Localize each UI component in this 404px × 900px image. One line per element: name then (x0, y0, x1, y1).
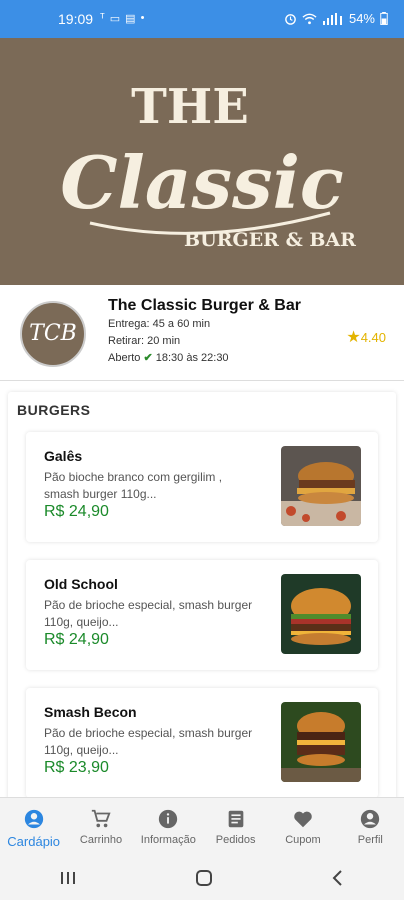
nav-label: Pedidos (215, 834, 256, 846)
home-icon[interactable] (195, 869, 213, 887)
delivery-time: Entrega: 45 a 60 min (108, 318, 211, 330)
check-icon: ✔ (143, 352, 153, 364)
item-price: R$ 23,90 (44, 759, 109, 776)
battery-level: 54% (348, 11, 375, 26)
system-nav (0, 855, 404, 900)
nav-label: Cardápio (7, 834, 61, 849)
menu-item-card[interactable]: Smash Becon Pão de brioche especial, sma… (26, 688, 378, 798)
hours-range: 18:30 às 22:30 (155, 352, 229, 364)
item-photo (281, 702, 361, 782)
notification-icon-2: ▭ (109, 13, 121, 25)
nav-cardapio[interactable]: Cardápio (0, 798, 67, 856)
banner-line-1: THE (131, 79, 249, 135)
nav-cupom[interactable]: Cupom (269, 798, 336, 856)
banner-line-3: BURGER & BAR (184, 229, 356, 251)
battery-icon (380, 12, 388, 25)
restaurant-info: TCB The Classic Burger & Bar Entrega: 45… (0, 285, 404, 381)
star-icon: ★ (346, 329, 361, 346)
receipt-icon (228, 810, 243, 828)
menu-item-card[interactable]: Galês Pão bioche branco com gergilim , s… (26, 432, 378, 542)
recent-apps-icon[interactable] (59, 870, 77, 886)
item-price: R$ 24,90 (44, 503, 109, 520)
nav-label: Informação (140, 834, 196, 846)
item-name: Galês (44, 448, 83, 464)
nav-perfil[interactable]: Perfil (337, 798, 404, 856)
item-photo (281, 446, 361, 526)
back-icon[interactable] (331, 869, 345, 887)
item-description: Pão bioche branco com gergilim , smash b… (44, 470, 223, 501)
item-name: Smash Becon (44, 704, 137, 720)
nav-label: Carrinho (79, 834, 123, 846)
opening-hours: Aberto ✔ 18:30 às 22:30 (108, 351, 229, 364)
wifi-icon (302, 13, 317, 24)
account-circle-icon (361, 809, 380, 829)
restaurant-logo: TCB (20, 301, 86, 367)
cart-icon (91, 809, 111, 828)
nav-label: Perfil (357, 834, 383, 846)
notification-icon-1: ᵀ (100, 12, 105, 24)
signal-icon (322, 12, 342, 25)
nav-informacao[interactable]: Informação (135, 798, 202, 856)
notification-dot-icon: • (140, 12, 145, 24)
nav-label: Cupom (285, 834, 321, 846)
item-price: R$ 24,90 (44, 631, 109, 648)
bottom-nav: Cardápio Carrinho Informação Pedidos Cup… (0, 797, 404, 856)
status-time: 19:09 (58, 11, 94, 27)
restaurant-banner: THE Classic BURGER & BAR (0, 38, 404, 285)
info-icon (159, 809, 178, 829)
item-description: Pão de brioche especial, smash burger 11… (44, 726, 253, 757)
alarm-icon (285, 14, 296, 25)
status-right: 54% (284, 11, 388, 26)
banner-logo: THE Classic BURGER & BAR (60, 79, 356, 251)
status-bar: 19:09 ᵀ ▭ ▤ • 54% (0, 0, 404, 38)
open-status: Aberto (108, 352, 141, 364)
heart-icon (294, 811, 312, 828)
item-name: Old School (44, 576, 118, 592)
banner-line-2: Classic (60, 140, 344, 225)
menu-item-card[interactable]: Old School Pão de brioche especial, smas… (26, 560, 378, 670)
item-photo (281, 574, 361, 654)
nav-carrinho[interactable]: Carrinho (67, 798, 134, 856)
notification-icons: ᵀ ▭ ▤ • (100, 12, 144, 25)
nav-pedidos[interactable]: Pedidos (202, 798, 269, 856)
restaurant-name: The Classic Burger & Bar (108, 297, 301, 314)
account-circle-icon (24, 809, 43, 829)
pickup-time: Retirar: 20 min (108, 335, 181, 347)
notification-icon-3: ▤ (125, 13, 136, 25)
rating-value: 4.40 (360, 330, 386, 345)
section-title: BURGERS (17, 402, 91, 418)
menu-section: BURGERS Galês Pão bioche branco com gerg… (8, 392, 396, 802)
rating: ★4.40 (346, 327, 386, 347)
item-description: Pão de brioche especial, smash burger 11… (44, 598, 253, 629)
